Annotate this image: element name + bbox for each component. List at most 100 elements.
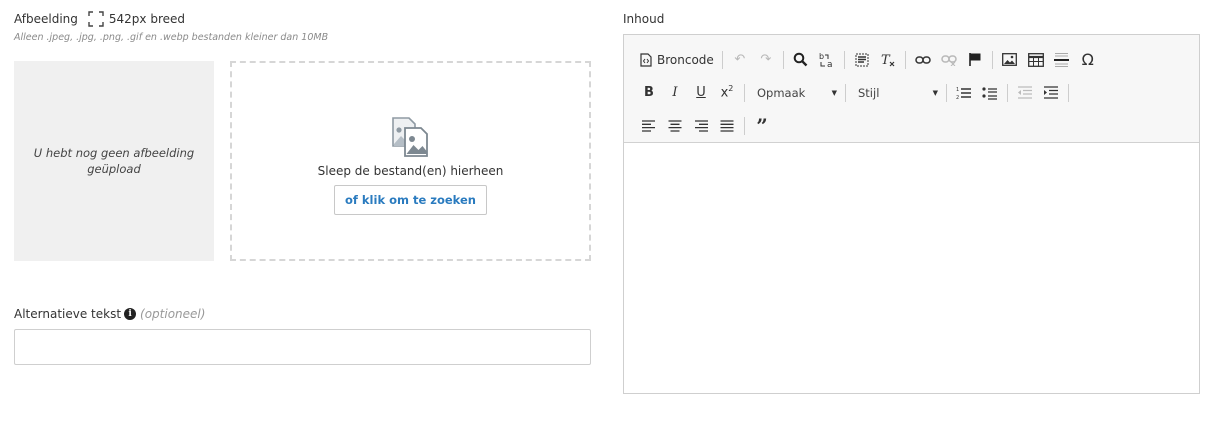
toolbar-row-2: B I U x2 Opmaak ▼ Stijl ▼ 1 2 [636,76,1199,109]
format-dropdown-label: Opmaak [757,85,806,100]
svg-text:T: T [881,53,891,68]
style-dropdown-label: Stijl [858,85,880,100]
horizontal-rule-button[interactable] [1049,48,1075,72]
expand-icon [88,11,104,27]
image-section: Afbeelding 542px breed Alleen .jpeg, .jp… [14,10,591,365]
anchor-button[interactable] [962,48,988,72]
indent-icon [1044,85,1058,99]
table-icon [1027,52,1044,67]
alt-text-label-text: Alternatieve tekst [14,307,122,321]
toolbar-separator [1068,83,1069,102]
content-section: Inhoud Broncode ↶ ↷ b a T Ω B I U x2 Opm… [623,10,1200,394]
superscript-icon: x2 [720,84,734,101]
image-placeholder: U hebt nog geen afbeelding geüpload [14,61,214,261]
outdent-button[interactable] [1012,81,1038,105]
blockquote-button[interactable]: ” [749,114,775,138]
remove-format-button[interactable]: T [875,48,901,72]
toolbar-separator [744,83,745,102]
select-all-icon [855,53,869,66]
align-center-button[interactable] [662,114,688,138]
toolbar-separator [904,50,906,69]
unlink-button[interactable] [936,48,962,72]
toolbar-separator [721,50,723,69]
align-left-button[interactable] [636,114,662,138]
indent-button[interactable] [1038,81,1064,105]
chevron-down-icon: ▼ [831,88,837,97]
superscript-button[interactable]: x2 [714,81,740,105]
svg-text:1: 1 [956,87,959,93]
format-dropdown[interactable]: Opmaak ▼ [749,81,841,105]
image-button[interactable] [997,48,1023,72]
outdent-icon [1018,85,1032,99]
file-type-hint: Alleen .jpeg, .jpg, .png, .gif en .webp … [14,32,329,43]
special-char-button[interactable]: Ω [1075,48,1101,72]
info-icon[interactable]: i [124,308,137,320]
align-right-icon [695,119,708,132]
toolbar-separator [845,83,846,102]
dropzone-text: Sleep de bestand(en) hierheen [317,163,504,178]
bulleted-list-icon [982,86,997,100]
find-button[interactable] [788,48,814,72]
undo-button[interactable]: ↶ [727,48,753,72]
align-right-button[interactable] [688,114,714,138]
redo-button[interactable]: ↷ [753,48,779,72]
underline-icon: U [696,85,706,100]
source-button-label: Broncode [657,52,714,67]
replace-icon: b a [819,52,833,69]
undo-icon: ↶ [734,52,746,67]
dropzone[interactable]: Sleep de bestand(en) hierheen of klik om… [230,61,591,261]
italic-button[interactable]: I [662,81,688,105]
image-label-row: Afbeelding 542px breed [14,10,591,28]
alt-text-label: Alternatieve tekst i (optioneel) [14,307,205,321]
bulleted-list-button[interactable] [977,81,1003,105]
browse-button[interactable]: of klik om te zoeken [334,184,487,215]
align-center-icon [668,119,682,132]
select-all-button[interactable] [849,48,875,72]
remove-format-icon: T [881,53,895,68]
quote-icon: ” [756,113,768,138]
image-label: Afbeelding [14,12,78,26]
numbered-list-icon: 1 2 [956,87,971,100]
link-button[interactable] [910,48,936,72]
content-label: Inhoud [623,12,665,26]
underline-button[interactable]: U [688,81,714,105]
redo-icon: ↷ [760,52,772,67]
justify-button[interactable] [714,114,740,138]
numbered-list-button[interactable]: 1 2 [951,81,977,105]
toolbar-separator [946,83,947,102]
replace-button[interactable]: b a [814,48,840,72]
bold-button[interactable]: B [636,81,662,105]
bold-icon: B [644,85,654,100]
omega-icon: Ω [1081,50,1094,69]
toolbar-row-3: ” [636,109,1199,142]
unlink-icon [941,54,957,66]
svg-text:b: b [819,52,824,61]
link-icon [915,55,931,64]
svg-text:a: a [827,60,833,69]
toolbar-separator [782,50,784,69]
svg-text:2: 2 [956,95,959,100]
toolbar-row-1: Broncode ↶ ↷ b a T Ω [636,43,1199,76]
horizontal-rule-icon [1054,52,1070,67]
image-size-hint: 542px breed [108,12,186,26]
justify-icon [720,119,734,132]
toolbar-separator [744,116,745,135]
chevron-down-icon: ▼ [932,88,938,97]
images-icon [391,116,428,157]
editor-content-area[interactable] [624,143,1199,393]
no-image-text: U hebt nog geen afbeelding geüpload [33,146,195,176]
editor-toolbar: Broncode ↶ ↷ b a T Ω B I U x2 Opmaak ▼ S… [624,35,1199,143]
rich-text-editor: Broncode ↶ ↷ b a T Ω B I U x2 Opmaak ▼ S… [623,34,1200,394]
flag-icon [968,53,981,66]
italic-icon: I [672,85,678,100]
search-icon [793,52,808,67]
style-dropdown[interactable]: Stijl ▼ [850,81,942,105]
alt-text-input[interactable] [14,329,591,365]
source-button[interactable]: Broncode [636,48,718,72]
image-icon [1002,53,1018,66]
toolbar-separator [1007,83,1008,102]
align-left-icon [642,119,655,132]
optional-hint: (optioneel) [140,307,206,321]
source-icon [640,52,652,67]
table-button[interactable] [1023,48,1049,72]
